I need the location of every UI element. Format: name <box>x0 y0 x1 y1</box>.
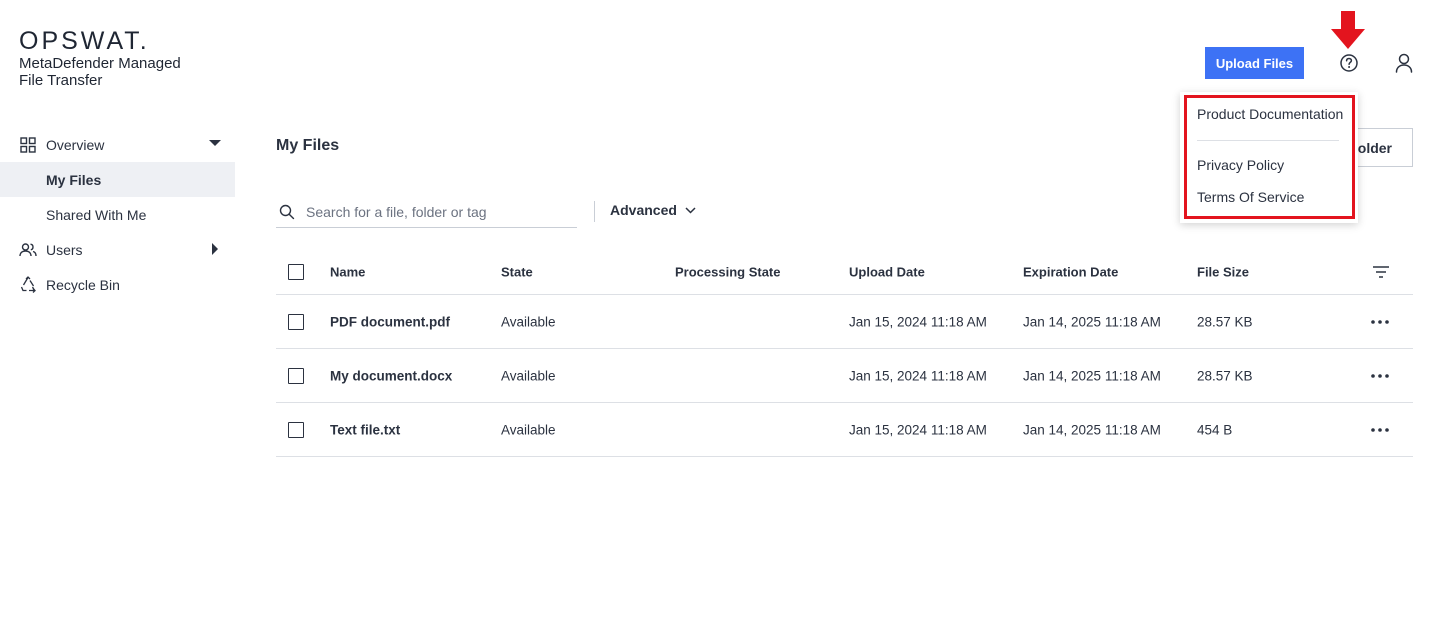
file-expiration-date: Jan 14, 2025 11:18 AM <box>1023 314 1161 329</box>
more-options-icon[interactable] <box>1370 366 1390 386</box>
more-options-icon[interactable] <box>1370 312 1390 332</box>
table-row[interactable]: Text file.txt Available Jan 15, 2024 11:… <box>276 403 1413 457</box>
divider <box>594 201 595 222</box>
sidebar-item-recycle-bin[interactable]: Recycle Bin <box>0 267 235 302</box>
annotation-arrow-icon <box>1331 11 1365 49</box>
file-state: Available <box>501 422 556 437</box>
search-input[interactable] <box>306 203 566 220</box>
row-checkbox[interactable] <box>288 313 304 330</box>
table-header: Name State Processing State Upload Date … <box>276 249 1413 295</box>
product-name-line2: File Transfer <box>19 72 103 89</box>
file-state: Available <box>501 368 556 383</box>
row-checkbox[interactable] <box>288 367 304 384</box>
sidebar-item-shared-with-me[interactable]: Shared With Me <box>0 197 235 232</box>
column-settings-icon[interactable] <box>1371 262 1391 282</box>
file-size: 28.57 KB <box>1197 314 1253 329</box>
menu-item-privacy-policy[interactable]: Privacy Policy <box>1197 157 1284 173</box>
caret-down-icon[interactable] <box>209 139 221 147</box>
sidebar-item-label: My Files <box>46 171 102 188</box>
sidebar-item-label: Shared With Me <box>46 206 147 223</box>
column-header-upload-date[interactable]: Upload Date <box>849 264 925 279</box>
sidebar-item-my-files[interactable]: My Files <box>0 162 235 197</box>
file-upload-date: Jan 15, 2024 11:18 AM <box>849 422 987 437</box>
sidebar-item-label: Recycle Bin <box>46 276 120 293</box>
file-expiration-date: Jan 14, 2025 11:18 AM <box>1023 368 1161 383</box>
file-size: 454 B <box>1197 422 1233 437</box>
column-header-state[interactable]: State <box>501 264 533 279</box>
table-row[interactable]: My document.docx Available Jan 15, 2024 … <box>276 349 1413 403</box>
menu-item-product-documentation[interactable]: Product Documentation <box>1197 106 1343 122</box>
grid-icon <box>19 136 37 154</box>
opswat-logo[interactable]: OPSWAT. <box>19 27 150 56</box>
upload-files-button[interactable]: Upload Files <box>1205 47 1304 79</box>
column-header-file-size[interactable]: File Size <box>1197 264 1249 279</box>
file-state: Available <box>501 314 556 329</box>
recycle-icon <box>19 275 37 294</box>
file-upload-date: Jan 15, 2024 11:18 AM <box>849 314 987 329</box>
file-upload-date: Jan 15, 2024 11:18 AM <box>849 368 987 383</box>
column-header-processing-state[interactable]: Processing State <box>675 264 781 279</box>
search-icon <box>279 203 297 221</box>
product-name: MetaDefender Managed File Transfer <box>19 55 219 89</box>
file-name[interactable]: My document.docx <box>330 368 452 383</box>
sidebar-item-overview[interactable]: Overview <box>0 127 235 162</box>
page-title: My Files <box>276 137 340 154</box>
search-bar <box>276 196 577 228</box>
file-name[interactable]: PDF document.pdf <box>330 314 450 329</box>
column-header-name[interactable]: Name <box>330 264 365 279</box>
chevron-down-icon <box>685 206 696 214</box>
user-profile-icon[interactable] <box>1392 51 1416 75</box>
file-expiration-date: Jan 14, 2025 11:18 AM <box>1023 422 1161 437</box>
menu-item-terms-of-service[interactable]: Terms Of Service <box>1197 189 1304 205</box>
sidebar-item-users[interactable]: Users <box>0 232 235 267</box>
help-dropdown-menu: Product Documentation Privacy Policy Ter… <box>1180 92 1358 223</box>
sidebar-item-label: Users <box>46 241 83 258</box>
more-options-icon[interactable] <box>1370 420 1390 440</box>
sidebar: Overview My Files Shared With Me Users R… <box>0 127 235 302</box>
column-header-expiration-date[interactable]: Expiration Date <box>1023 264 1118 279</box>
help-icon[interactable] <box>1337 51 1361 75</box>
table-row[interactable]: PDF document.pdf Available Jan 15, 2024 … <box>276 295 1413 349</box>
sidebar-item-label: Overview <box>46 136 105 153</box>
advanced-label: Advanced <box>610 202 677 218</box>
row-checkbox[interactable] <box>288 421 304 438</box>
file-name[interactable]: Text file.txt <box>330 422 400 437</box>
caret-right-icon[interactable] <box>211 243 219 255</box>
file-size: 28.57 KB <box>1197 368 1253 383</box>
product-name-line1: MetaDefender Managed <box>19 55 181 72</box>
users-icon <box>19 241 37 259</box>
select-all-checkbox[interactable] <box>288 263 304 280</box>
files-table: Name State Processing State Upload Date … <box>276 249 1413 457</box>
menu-divider <box>1197 140 1339 141</box>
advanced-filter-toggle[interactable]: Advanced <box>610 202 696 218</box>
